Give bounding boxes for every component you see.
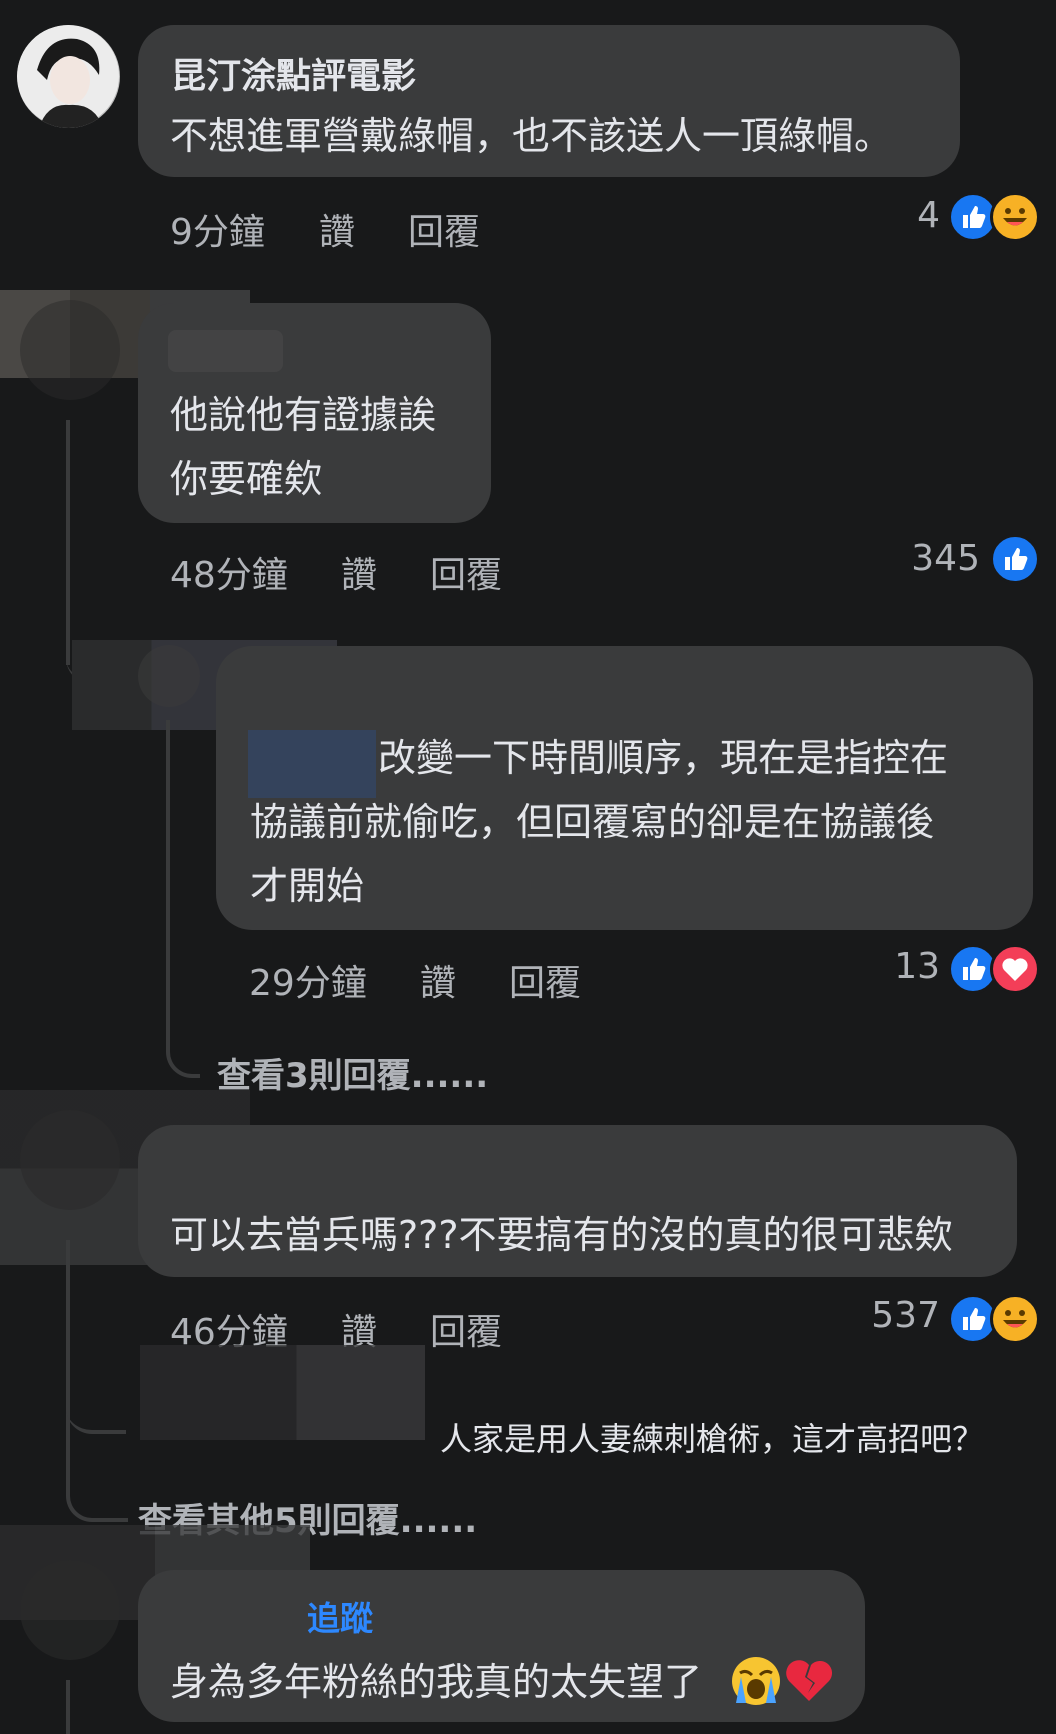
like-button[interactable]: 讚 — [341, 546, 377, 598]
love-icon — [990, 944, 1040, 994]
comment-text: 他說他有證據誒 — [170, 393, 437, 437]
reply-button[interactable]: 回覆 — [408, 203, 480, 255]
like-button[interactable]: 讚 — [420, 954, 456, 1006]
thread-connector — [66, 1390, 126, 1434]
view-replies-link[interactable]: 查看3則回覆...... — [217, 1048, 488, 1097]
reply-button[interactable]: 回覆 — [430, 546, 502, 598]
comment-text: 改變一下時間順序，現在是指控在 — [378, 736, 949, 780]
reply-button[interactable]: 回覆 — [509, 954, 581, 1006]
reaction-count[interactable]: 537 — [840, 1295, 940, 1336]
blurred-author-name — [248, 730, 376, 798]
haha-icon — [990, 1294, 1040, 1344]
comment-text: 你要確欸 — [170, 457, 323, 501]
comment-text: 協議前就偷吃，但回覆寫的卻是在協議後 — [250, 800, 935, 844]
avatar[interactable] — [20, 300, 120, 400]
reaction-count[interactable]: 4 — [900, 195, 940, 236]
comment-text: 身為多年粉絲的我真的太失望了 — [170, 1660, 703, 1704]
crying-face-icon — [730, 1655, 782, 1707]
comment-text: 才開始 — [250, 864, 365, 908]
reaction-count[interactable]: 345 — [880, 538, 980, 579]
comment-text: 可以去當兵嗎???不要搞有的沒的真的很可悲欸 — [170, 1213, 953, 1257]
reply-button[interactable]: 回覆 — [430, 1303, 502, 1355]
preview-reply-text[interactable]: 人家是用人妻練刺槍術，這才高招吧？ — [440, 1414, 984, 1460]
thread-line — [166, 720, 170, 1050]
follow-link[interactable]: 追蹤 — [307, 1592, 373, 1640]
blurred-author-name — [168, 330, 283, 372]
comment-time[interactable]: 9分鐘 — [170, 203, 265, 255]
avatar[interactable] — [138, 645, 200, 707]
avatar[interactable] — [20, 1560, 120, 1660]
blurred-avatar — [140, 1345, 425, 1440]
comment-time[interactable]: 48分鐘 — [170, 546, 288, 598]
comment-time[interactable]: 29分鐘 — [249, 954, 367, 1006]
avatar[interactable] — [17, 25, 120, 128]
avatar[interactable] — [20, 1110, 120, 1210]
comment-text: 不想進軍營戴綠帽，也不該送人一頂綠帽。 — [170, 114, 893, 158]
like-icon — [990, 534, 1040, 584]
thread-connector — [66, 1430, 128, 1522]
broken-heart-icon — [783, 1655, 835, 1707]
like-button[interactable]: 讚 — [319, 203, 355, 255]
thread-line — [66, 1680, 70, 1734]
reaction-count[interactable]: 13 — [860, 946, 940, 987]
avatar-portrait — [17, 25, 119, 128]
haha-icon — [990, 192, 1040, 242]
comment-author[interactable]: 昆汀涂點評電影 — [171, 48, 416, 99]
thread-connector — [166, 1020, 200, 1078]
